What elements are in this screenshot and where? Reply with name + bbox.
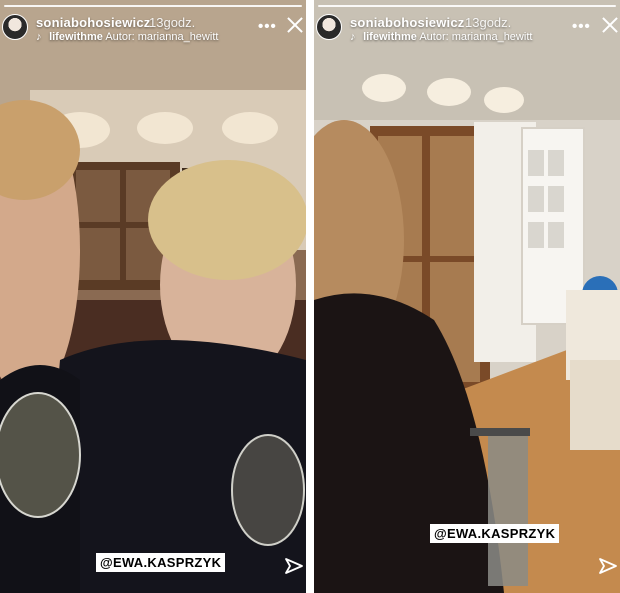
mention-sticker[interactable]: @EWA.KASPRZYK [96,553,226,572]
more-icon[interactable]: ••• [258,18,277,35]
story-progress-bar [4,5,302,7]
close-icon[interactable] [601,16,619,34]
username[interactable]: soniabohosiewicz [36,15,150,30]
avatar[interactable] [2,14,28,40]
story-header: soniabohosiewicz 13godz. ♪ lifewithme Au… [0,12,306,48]
mention-sticker[interactable]: @EWA.KASPRZYK [430,524,560,543]
story-panel-2[interactable]: soniabohosiewicz 13godz. ♪ lifewithme Au… [314,0,620,593]
music-info[interactable]: ♪ lifewithme Autor: marianna_hewitt [36,31,218,43]
story-header: soniabohosiewicz 13godz. ♪ lifewithme Au… [314,12,620,48]
post-time: 13godz. [149,15,196,30]
music-icon: ♪ [36,31,42,43]
send-icon[interactable] [598,556,618,576]
send-icon[interactable] [284,556,304,576]
avatar[interactable] [316,14,342,40]
post-time: 13godz. [465,15,512,30]
story-panel-1[interactable]: soniabohosiewicz 13godz. ♪ lifewithme Au… [0,0,306,593]
more-icon[interactable]: ••• [572,18,591,35]
story-progress-bar [318,5,616,7]
music-info[interactable]: ♪ lifewithme Autor: marianna_hewitt [350,31,532,43]
close-icon[interactable] [286,16,304,34]
music-song: lifewithme [363,31,417,43]
music-author: Autor: marianna_hewitt [105,31,219,43]
username[interactable]: soniabohosiewicz [350,15,464,30]
story-photo [0,0,306,593]
music-author: Autor: marianna_hewitt [419,31,533,43]
music-song: lifewithme [49,31,103,43]
music-icon: ♪ [350,31,356,43]
story-photo [314,0,620,593]
